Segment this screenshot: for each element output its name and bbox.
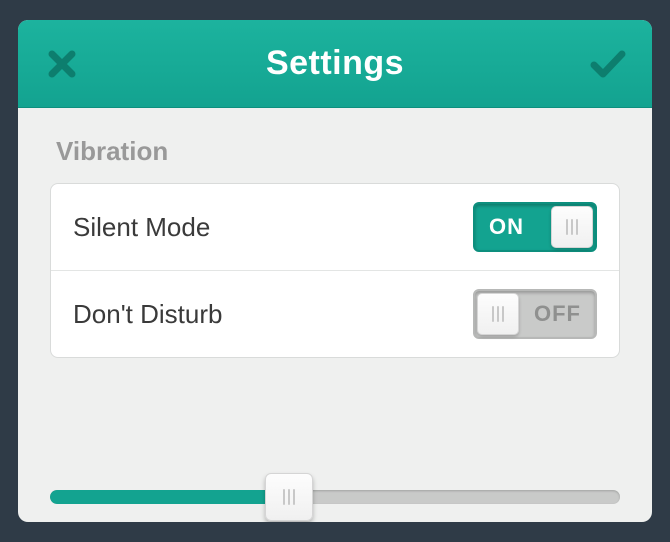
row-dont-disturb: Don't Disturb OFF (51, 271, 619, 357)
volume-slider[interactable] (50, 472, 620, 522)
toggle-knob (551, 206, 593, 248)
slider-track (50, 490, 620, 504)
settings-panel: Settings Vibration Silent Mode ON (18, 20, 652, 522)
toggle-knob (477, 293, 519, 335)
content-area: Vibration Silent Mode ON Don't Disturb O… (18, 108, 652, 430)
toggle-state-text: ON (475, 214, 538, 240)
row-label: Don't Disturb (73, 299, 222, 330)
page-title: Settings (266, 44, 404, 83)
settings-list: Silent Mode ON Don't Disturb OFF (50, 183, 620, 358)
slider-area (18, 430, 652, 522)
slider-knob[interactable] (265, 473, 313, 521)
section-label-vibration: Vibration (50, 136, 620, 167)
row-label: Silent Mode (73, 212, 210, 243)
row-silent-mode: Silent Mode ON (51, 184, 619, 271)
header-bar: Settings (18, 20, 652, 108)
close-icon (47, 49, 77, 79)
close-button[interactable] (44, 46, 80, 82)
check-icon (590, 49, 626, 79)
toggle-silent-mode[interactable]: ON (473, 202, 597, 252)
toggle-dont-disturb[interactable]: OFF (473, 289, 597, 339)
toggle-state-text: OFF (520, 301, 595, 327)
slider-fill (50, 490, 289, 504)
confirm-button[interactable] (590, 46, 626, 82)
